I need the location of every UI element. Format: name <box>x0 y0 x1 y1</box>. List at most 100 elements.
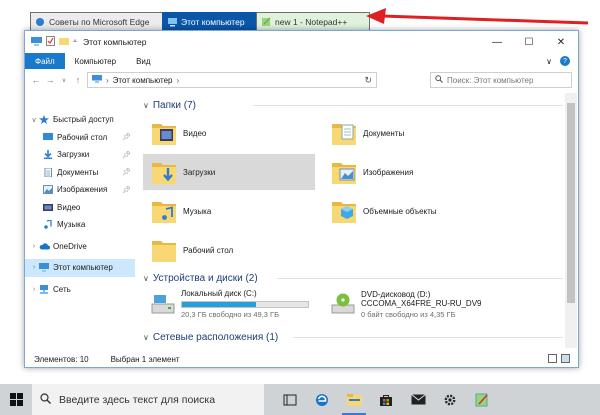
store-icon <box>380 394 392 406</box>
collapse-chevron-icon[interactable]: ∨ <box>143 333 149 342</box>
sidebar-item-quick-access[interactable]: ∨ Быстрый доступ <box>25 111 135 129</box>
sidebar-item-pictures[interactable]: Изображения 📌︎ <box>25 181 135 199</box>
forward-icon[interactable]: → <box>43 75 57 85</box>
windows-logo-icon <box>9 393 23 406</box>
drive-tile-d[interactable]: DVD-дисковод (D:) CCCOMA_X64FRE_RU-RU_DV… <box>323 285 559 323</box>
item-count: Элементов: 10 <box>34 354 89 364</box>
folder-tile-downloads[interactable]: Загрузки <box>143 154 315 190</box>
folder-label: Изображения <box>363 167 414 177</box>
taskbar-search-input[interactable]: Введите здесь текст для поиска <box>32 384 264 415</box>
taskbar-notepad-button[interactable] <box>466 384 498 415</box>
drive-free-space: 20,3 ГБ свободно из 49,3 ГБ <box>181 310 280 319</box>
help-icon[interactable]: ? <box>560 56 570 66</box>
task-view-button[interactable] <box>274 384 306 415</box>
3d-objects-folder-icon <box>331 197 357 225</box>
file-explorer-icon <box>346 393 362 406</box>
folder-label: Музыка <box>183 206 212 216</box>
scrollbar-thumb[interactable] <box>567 103 575 303</box>
group-header-devices[interactable]: ∨ Устройства и диски (2) <box>143 271 563 285</box>
search-input[interactable]: Поиск: Этот компьютер <box>430 72 572 88</box>
video-icon <box>43 203 53 212</box>
computer-icon <box>39 263 49 273</box>
title-bar: ⩡ Этот компьютер — ☐ ✕ <box>25 31 578 53</box>
mail-icon <box>410 394 426 405</box>
drive-tile-c[interactable]: Локальный диск (C:) 20,3 ГБ свободно из … <box>143 287 317 321</box>
minimize-button[interactable]: — <box>482 31 512 53</box>
sidebar-item-music[interactable]: Музыка <box>25 216 135 234</box>
customize-toolbar-icon[interactable]: ⩡ <box>73 38 77 46</box>
sidebar-item-desktop[interactable]: Рабочий стол 📌︎ <box>25 129 135 147</box>
collapse-chevron-icon[interactable]: ∨ <box>143 101 149 110</box>
sidebar-item-label: Этот компьютер <box>53 263 113 273</box>
collapse-chevron-icon[interactable]: ∨ <box>143 274 149 283</box>
computer-icon <box>92 75 102 85</box>
refresh-icon[interactable]: ↻ <box>364 75 372 86</box>
new-folder-icon[interactable] <box>59 37 69 47</box>
taskbar-settings-button[interactable] <box>434 384 466 415</box>
taskbar-mail-button[interactable] <box>402 384 434 415</box>
ribbon-tabs: Файл Компьютер Вид ∨ ? <box>25 53 578 69</box>
folder-tile-documents[interactable]: Документы <box>323 115 503 151</box>
expand-chevron-icon[interactable]: › <box>29 264 39 271</box>
close-button[interactable]: ✕ <box>546 31 576 53</box>
desktop-icon <box>43 132 53 142</box>
tab-this-pc[interactable]: Этот компьютер <box>162 12 257 30</box>
tab-computer[interactable]: Компьютер <box>65 53 126 69</box>
back-icon[interactable]: ← <box>29 75 43 85</box>
expand-chevron-icon[interactable]: › <box>29 243 39 250</box>
edge-icon <box>35 17 46 27</box>
taskbar-store-button[interactable] <box>370 384 402 415</box>
tab-file[interactable]: Файл <box>25 53 65 69</box>
breadcrumb-chevron-icon[interactable]: › <box>106 76 109 85</box>
details-view-icon[interactable] <box>548 354 557 363</box>
address-bar[interactable]: › Этот компьютер › ↻ <box>87 72 377 88</box>
sidebar-item-this-pc[interactable]: › Этот компьютер <box>25 259 135 277</box>
tab-label: Этот компьютер <box>181 16 245 27</box>
download-icon <box>43 150 53 160</box>
tiles-view-icon[interactable] <box>561 354 570 363</box>
sidebar-item-videos[interactable]: Видео <box>25 199 135 217</box>
vertical-scrollbar[interactable] <box>565 93 577 348</box>
sidebar-item-label: Загрузки <box>57 150 90 160</box>
tab-view[interactable]: Вид <box>126 53 160 69</box>
expand-chevron-icon[interactable]: ∨ <box>29 116 39 124</box>
folder-label: Видео <box>183 128 207 138</box>
group-header-folders[interactable]: ∨ Папки (7) <box>143 98 563 112</box>
taskbar: Введите здесь текст для поиска <box>0 384 600 415</box>
navigation-pane: ∨ Быстрый доступ Рабочий стол 📌︎ Загрузк… <box>25 93 135 348</box>
maximize-button[interactable]: ☐ <box>514 31 544 53</box>
sidebar-item-documents[interactable]: Документы 📌︎ <box>25 164 135 182</box>
address-row: ← → ∨ ↑ › Этот компьютер › ↻ Поиск: Этот… <box>25 69 578 91</box>
content-pane: ∨ Папки (7) Видео Документы Загрузки Изо… <box>139 93 565 348</box>
breadcrumb-chevron-icon[interactable]: › <box>177 76 180 85</box>
properties-icon[interactable] <box>46 36 55 48</box>
breadcrumb[interactable]: Этот компьютер <box>113 76 173 85</box>
selection-count: Выбран 1 элемент <box>110 354 180 364</box>
folder-tile-music[interactable]: Музыка <box>143 193 315 229</box>
drive-name: DVD-дисковод (D:) <box>361 289 431 299</box>
expand-ribbon-icon[interactable]: ∨ <box>546 57 552 66</box>
start-button[interactable] <box>0 384 32 415</box>
recent-locations-icon[interactable]: ∨ <box>57 77 71 84</box>
star-icon <box>39 115 49 125</box>
sidebar-item-downloads[interactable]: Загрузки 📌︎ <box>25 146 135 164</box>
group-header-network[interactable]: ∨ Сетевые расположения (1) <box>143 330 563 344</box>
taskbar-edge-button[interactable] <box>306 384 338 415</box>
tab-edge-tips[interactable]: Советы по Microsoft Edge <box>30 12 163 30</box>
sidebar-item-onedrive[interactable]: › OneDrive <box>25 238 135 256</box>
group-title: Сетевые расположения (1) <box>152 331 279 343</box>
folder-tile-desktop[interactable]: Рабочий стол <box>143 232 315 268</box>
folder-tile-videos[interactable]: Видео <box>143 115 315 151</box>
folder-tile-pictures[interactable]: Изображения <box>323 154 503 190</box>
disk-usage-fill <box>182 302 257 307</box>
network-icon <box>39 284 49 294</box>
folder-tile-3d-objects[interactable]: Объемные объекты <box>323 193 503 229</box>
taskbar-explorer-button[interactable] <box>338 384 370 415</box>
music-icon <box>43 219 53 230</box>
tab-notepad[interactable]: new 1 - Notepad++ <box>256 12 370 30</box>
up-icon[interactable]: ↑ <box>71 75 85 85</box>
expand-chevron-icon[interactable]: › <box>29 286 39 293</box>
folder-label: Объемные объекты <box>363 206 437 216</box>
sidebar-item-network[interactable]: › Сеть <box>25 281 135 299</box>
status-bar: Элементов: 10 Выбран 1 элемент <box>25 351 578 367</box>
